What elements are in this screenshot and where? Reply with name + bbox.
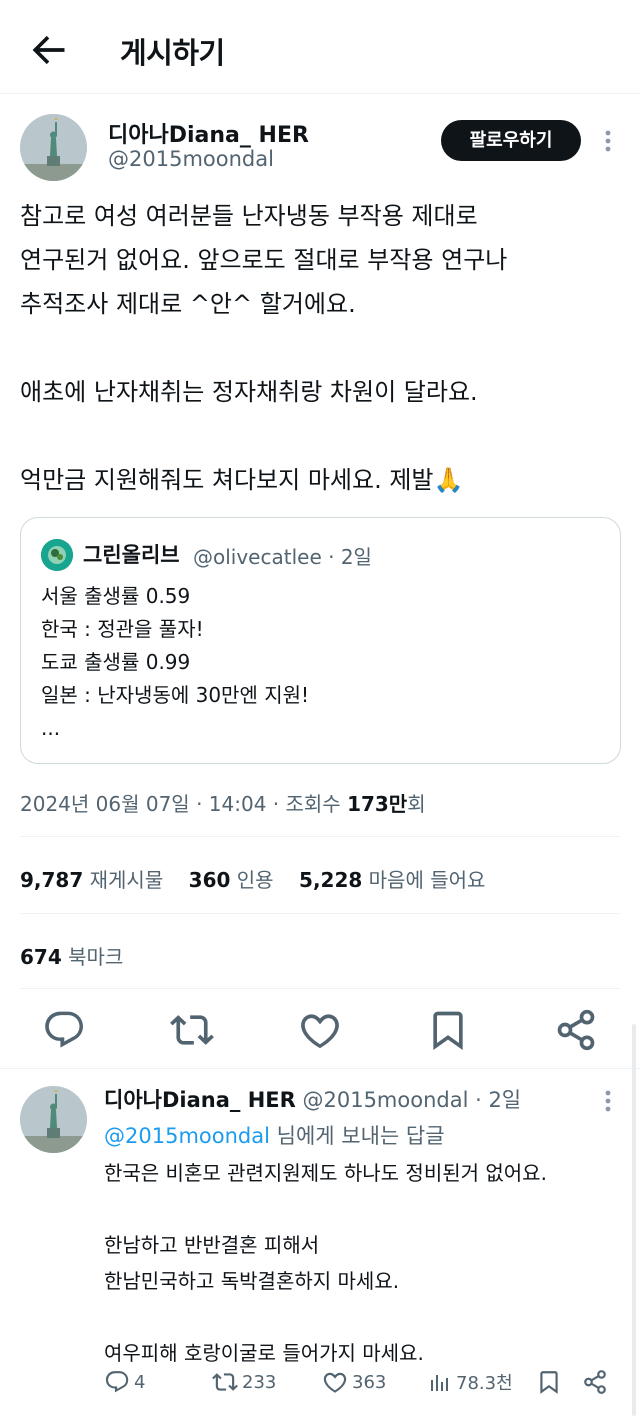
- quoted-text-line: ...: [41, 716, 61, 740]
- quoted-tweet-card[interactable]: 그린올리브 @olivecatlee · 2일 서울 출생률 0.59 한국 :…: [20, 517, 621, 764]
- reply-header: 디아나Diana_ HER @2015moondal · 2일: [104, 1084, 521, 1114]
- retweets-count: 9,787: [20, 868, 84, 892]
- reply-text: 한국은 비혼모 관련지원제도 하나도 정비된거 없어요. 한남하고 반반결혼 피…: [104, 1155, 547, 1371]
- retweets-label: 재게시물: [89, 868, 164, 892]
- engagement-stats: 9,787 재게시물 360 인용 5,228 마음에 들어요: [20, 864, 485, 893]
- tweet-text: 참고로 여성 여러분들 난자냉동 부작용 제대로 연구된거 없어요. 앞으로도 …: [20, 194, 620, 502]
- more-options-icon[interactable]: [598, 1086, 618, 1116]
- bookmarks-label: 북마크: [68, 945, 124, 969]
- reply-author-name[interactable]: 디아나Diana_ HER: [104, 1088, 296, 1112]
- like-heart-icon: [322, 1369, 348, 1395]
- reply-to-suffix: 님에게 보내는 답글: [269, 1124, 445, 1148]
- like-heart-icon[interactable]: [298, 1008, 342, 1052]
- share-icon: [582, 1369, 608, 1395]
- author-handle[interactable]: @2015moondal: [108, 147, 274, 171]
- likes-stat[interactable]: 5,228 마음에 들어요: [299, 868, 485, 892]
- reply-text-line: 한남하고 반반결혼 피해서: [104, 1233, 320, 1257]
- reply-count: 4: [134, 1371, 146, 1393]
- reply-text-line: [104, 1191, 547, 1227]
- reply-icon: [104, 1369, 130, 1395]
- share-icon[interactable]: [554, 1008, 598, 1052]
- bookmark-icon[interactable]: [426, 1008, 470, 1052]
- reply-to-link[interactable]: @2015moondal: [104, 1124, 270, 1148]
- quoted-text-line: 도쿄 출생률 0.99: [41, 650, 191, 674]
- avatar[interactable]: [20, 1086, 87, 1153]
- more-options-icon[interactable]: [598, 126, 618, 156]
- reply-icon[interactable]: [42, 1008, 86, 1052]
- quoted-text-line: 한국 : 정관을 풀자!: [41, 617, 204, 641]
- tweet-text-line: 참고로 여성 여러분들 난자냉동 부작용 제대로: [20, 202, 478, 230]
- views-count: 78.3천: [456, 1373, 513, 1394]
- quoted-author-name: 그린올리브: [83, 543, 180, 567]
- reply-author-meta: @2015moondal · 2일: [302, 1088, 522, 1112]
- divider: [0, 1068, 640, 1069]
- tweet-text-line: [20, 326, 620, 370]
- view-count: 173만: [347, 792, 408, 816]
- quoted-text-line: 서울 출생률 0.59: [41, 584, 191, 608]
- tweet-text-line: 애초에 난자채취는 정자채취랑 차원이 달라요.: [20, 378, 478, 406]
- tweet-text-line: 억만금 지원해줘도 쳐다보지 마세요. 제발🙏: [20, 466, 464, 494]
- bookmarks-stat[interactable]: 674 북마크: [20, 941, 123, 970]
- bookmark-icon: [536, 1369, 562, 1395]
- tweet-text-line: [20, 414, 620, 458]
- reply-bookmark-button[interactable]: [536, 1366, 562, 1398]
- tweet-text-line: 추적조사 제대로 ^안^ 할거에요.: [20, 290, 356, 318]
- follow-button[interactable]: 팔로우하기: [441, 120, 581, 161]
- tweet-text-line: 연구된거 없어요. 앞으로도 절대로 부작용 연구나: [20, 246, 508, 274]
- page-title: 게시하기: [120, 36, 225, 70]
- retweets-stat[interactable]: 9,787 재게시물: [20, 868, 163, 892]
- reply-text-line: 한남민국하고 독박결혼하지 마세요.: [104, 1269, 400, 1293]
- avatar[interactable]: [20, 114, 87, 181]
- retweet-icon[interactable]: [170, 1008, 214, 1052]
- retweet-count: 233: [242, 1371, 277, 1393]
- reply-share-button[interactable]: [582, 1366, 608, 1398]
- likes-label: 마음에 들어요: [368, 868, 486, 892]
- top-bar: 게시하기: [0, 0, 640, 94]
- avatar: [41, 539, 73, 571]
- author-name[interactable]: 디아나Diana_ HER: [108, 117, 309, 149]
- like-count: 363: [352, 1371, 387, 1393]
- quoted-text-line: 일본 : 난자냉동에 30만엔 지원!: [41, 683, 310, 707]
- likes-count: 5,228: [299, 868, 363, 892]
- retweet-icon: [212, 1369, 238, 1395]
- scrollbar[interactable]: [632, 1024, 636, 1416]
- divider: [20, 988, 620, 989]
- quoted-author-meta: @olivecatlee · 2일: [193, 545, 372, 569]
- back-arrow-icon[interactable]: [26, 28, 70, 72]
- bookmarks-count: 674: [20, 945, 62, 969]
- quotes-stat[interactable]: 360 인용: [189, 868, 274, 892]
- divider: [20, 836, 620, 837]
- timestamp-text: 2024년 06월 07일 · 14:04 · 조회수: [20, 792, 348, 816]
- reply-reply-button[interactable]: 4: [104, 1366, 145, 1398]
- view-count-suffix: 회: [407, 792, 426, 816]
- quotes-label: 인용: [236, 868, 274, 892]
- replying-to: @2015moondal 님에게 보내는 답글: [104, 1120, 445, 1150]
- views-chart-icon: [428, 1370, 452, 1394]
- quotes-count: 360: [188, 868, 231, 892]
- reply-text-line: [104, 1299, 547, 1335]
- reply-retweet-button[interactable]: 233: [212, 1366, 276, 1398]
- divider: [20, 913, 620, 914]
- reply-text-line: 한국은 비혼모 관련지원제도 하나도 정비된거 없어요.: [104, 1161, 547, 1185]
- reply-views-button[interactable]: 78.3천: [428, 1366, 513, 1398]
- reply-like-button[interactable]: 363: [322, 1366, 386, 1398]
- quoted-tweet-text: 서울 출생률 0.59 한국 : 정관을 풀자! 도쿄 출생률 0.99 일본 …: [41, 580, 309, 745]
- tweet-timestamp: 2024년 06월 07일 · 14:04 · 조회수 173만회: [20, 788, 426, 817]
